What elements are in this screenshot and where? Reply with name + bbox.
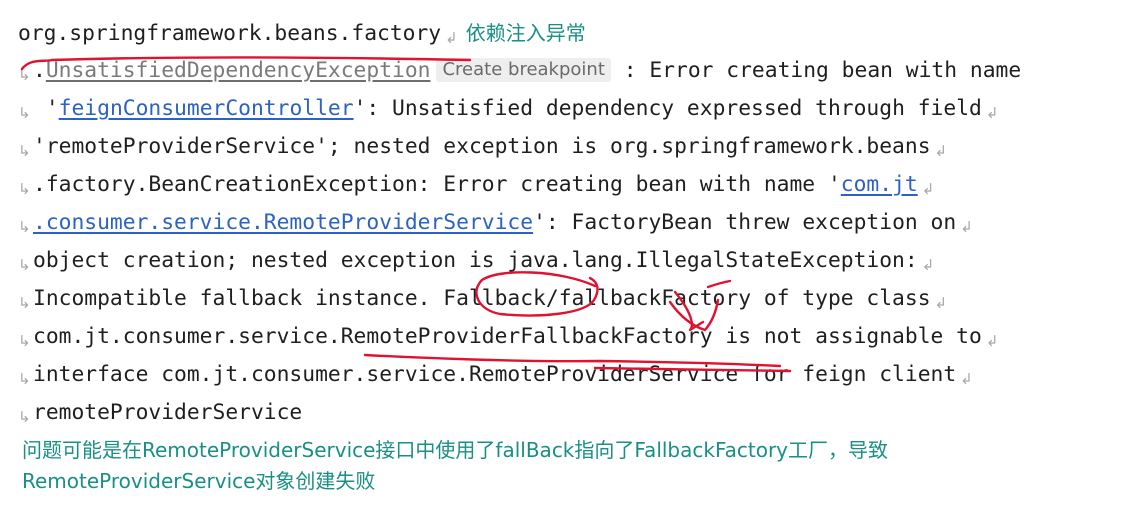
- annotation-note: RemoteProviderService对象创建失败: [22, 469, 376, 493]
- console-line: ↳ interface com.jt.consumer.service.Remot…: [0, 356, 973, 394]
- console-line: ↳ remoteProviderService: [0, 394, 302, 432]
- console-text: object creation; nested exception is jav…: [33, 248, 918, 273]
- console-text: interface com.jt.consumer.service.Remote…: [33, 362, 957, 387]
- console-text: 'remoteProviderService'; nested exceptio…: [33, 134, 931, 159]
- console-line: ↳'remoteProviderService'; nested excepti…: [0, 128, 947, 166]
- console-text: : Error creating bean with name: [610, 58, 1022, 83]
- console-line: ↳ 'feignConsumerController': Unsatisfied…: [0, 90, 998, 128]
- handwritten-annotation: 依赖注入异常: [465, 21, 586, 45]
- soft-wrap-icon: ↲: [960, 370, 973, 388]
- console-line: ↳ .consumer.service.RemoteProviderService…: [0, 204, 973, 242]
- soft-wrap-icon: ↲: [921, 256, 935, 274]
- console-line: ↳ com.jt.consumer.service.RemoteProviderF…: [0, 318, 998, 356]
- console-text: ': [33, 96, 59, 121]
- console-line: org.springframework.beans.factory ↲ 依赖注入异常: [18, 14, 586, 52]
- console-line: ↳ .UnsatisfiedDependencyException Create b…: [0, 52, 1021, 90]
- console-text: .factory.BeanCreationException: Error cr…: [33, 172, 841, 197]
- console-text: remoteProviderService: [33, 400, 303, 425]
- soft-wrap-icon: ↳: [18, 104, 31, 122]
- class-link[interactable]: .consumer.service.RemoteProviderService: [33, 210, 533, 235]
- soft-wrap-icon: ↲: [960, 218, 973, 236]
- soft-wrap-icon: ↳: [18, 332, 31, 350]
- soft-wrap-icon: ↳: [18, 142, 31, 160]
- soft-wrap-icon: ↲: [985, 104, 999, 122]
- soft-wrap-icon: ↲: [921, 180, 935, 198]
- create-breakpoint-button[interactable]: Create breakpoint: [436, 58, 611, 82]
- bean-name-link[interactable]: feignConsumerController: [59, 96, 354, 121]
- soft-wrap-icon: ↲: [985, 332, 999, 350]
- console-text: Incompatible fallback instance. Fallback…: [33, 286, 931, 311]
- class-link[interactable]: com.jt: [841, 172, 918, 197]
- console-text: ': Unsatisfied dependency expressed thro…: [353, 96, 982, 121]
- soft-wrap-icon: ↳: [18, 218, 31, 236]
- soft-wrap-icon: ↲: [934, 142, 948, 160]
- console-text: ': FactoryBean threw exception on: [533, 210, 957, 235]
- console-text: .: [33, 58, 46, 83]
- soft-wrap-icon: ↳: [18, 180, 31, 198]
- exception-class-link[interactable]: UnsatisfiedDependencyException: [46, 58, 431, 83]
- console-text: com.jt.consumer.service.RemoteProviderFa…: [33, 324, 982, 349]
- soft-wrap-icon: ↳: [18, 370, 31, 388]
- console-line: ↳ .factory.BeanCreationException: Error c…: [0, 166, 934, 204]
- soft-wrap-icon: ↳: [18, 256, 31, 274]
- console-output: org.springframework.beans.factory ↲ 依赖注入异常…: [0, 0, 1127, 513]
- annotation-note: 问题可能是在RemoteProviderService接口中使用了fallBac…: [22, 438, 889, 462]
- console-line: ↳ Incompatible fallback instance. Fallbac…: [0, 280, 947, 318]
- console-text: org.springframework.beans.factory: [18, 21, 442, 46]
- console-line: ↳ object creation; nested exception is ja…: [0, 242, 934, 280]
- soft-wrap-icon: ↲: [934, 294, 948, 312]
- soft-wrap-icon: ↳: [18, 294, 31, 312]
- soft-wrap-icon: ↳: [18, 408, 31, 426]
- soft-wrap-icon: ↳: [18, 66, 31, 84]
